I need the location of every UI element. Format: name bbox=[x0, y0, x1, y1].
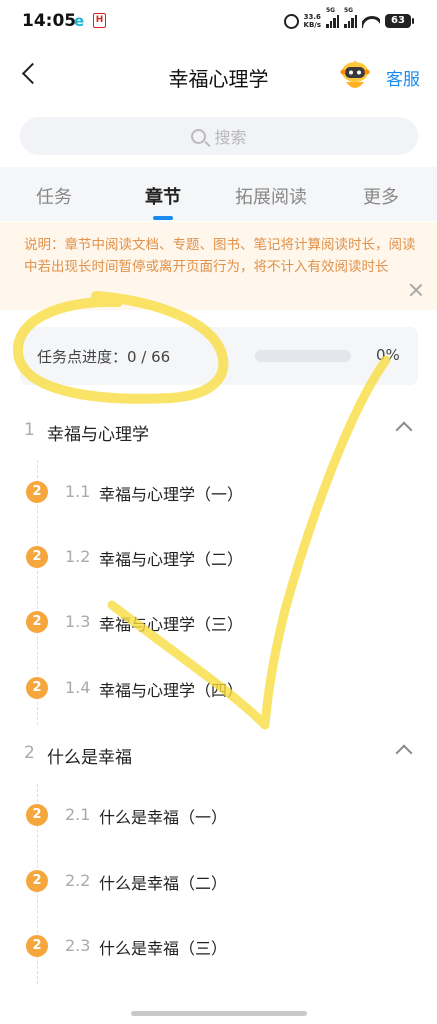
section-number: 2.1 bbox=[65, 805, 91, 824]
tab-bar: 任务 章节 拓展阅读 更多 bbox=[0, 167, 437, 221]
section-title: 什么是幸福（三） bbox=[99, 939, 228, 958]
tab-chapters[interactable]: 章节 bbox=[145, 183, 181, 209]
section-title: 什么是幸福（二） bbox=[99, 874, 228, 893]
search-bar[interactable]: 搜索 bbox=[20, 117, 418, 155]
section-item[interactable]: 2 2.1 什么是幸福（一） bbox=[26, 801, 416, 831]
chapter-header[interactable]: 2 什么是幸福 bbox=[24, 735, 424, 775]
section-title: 幸福与心理学（四） bbox=[99, 681, 244, 700]
tab-extended-reading[interactable]: 拓展阅读 bbox=[235, 183, 307, 209]
chevron-up-icon[interactable] bbox=[395, 744, 413, 762]
browser-app-icon: e bbox=[74, 12, 85, 30]
search-placeholder: 搜索 bbox=[214, 128, 247, 147]
status-bar: 14:05 e H 33.6 KB/s 5G 5G 63 bbox=[0, 0, 437, 44]
reading-notice: 说明：章节中阅读文档、专题、图书、笔记将计算阅读时长，阅读中若出现长时间暂停或离… bbox=[0, 222, 437, 310]
chevron-up-icon[interactable] bbox=[395, 421, 413, 439]
signal-icon-sim2: 5G bbox=[344, 7, 357, 28]
robot-mascot-icon[interactable] bbox=[337, 58, 373, 94]
notice-text: 说明：章节中阅读文档、专题、图书、笔记将计算阅读时长，阅读中若出现长时间暂停或离… bbox=[24, 237, 416, 275]
task-count-badge: 2 bbox=[26, 546, 48, 568]
section-number: 1.1 bbox=[65, 482, 91, 501]
task-count-badge: 2 bbox=[26, 804, 48, 826]
signal-icon-sim1: 5G bbox=[326, 7, 339, 28]
wifi-icon bbox=[362, 14, 380, 28]
section-title: 幸福与心理学（三） bbox=[99, 615, 244, 634]
section-number: 1.2 bbox=[65, 547, 91, 566]
close-icon[interactable] bbox=[407, 281, 425, 299]
progress-bar bbox=[255, 350, 351, 362]
task-count-badge: 2 bbox=[26, 677, 48, 699]
home-indicator[interactable] bbox=[131, 1011, 307, 1016]
task-count-badge: 2 bbox=[26, 935, 48, 957]
tab-more[interactable]: 更多 bbox=[363, 183, 399, 209]
task-count-badge: 2 bbox=[26, 481, 48, 503]
section-number: 1.3 bbox=[65, 612, 91, 631]
customer-service-link[interactable]: 客服 bbox=[386, 65, 420, 90]
progress-label: 任务点进度：0 / 66 bbox=[37, 348, 171, 366]
section-number: 2.2 bbox=[65, 871, 91, 890]
search-icon bbox=[191, 128, 207, 144]
task-count-badge: 2 bbox=[26, 870, 48, 892]
battery-icon: 63 bbox=[385, 14, 414, 28]
section-title: 幸福与心理学（二） bbox=[99, 550, 244, 569]
section-title: 什么是幸福（一） bbox=[99, 808, 228, 827]
section-item[interactable]: 2 1.4 幸福与心理学（四） bbox=[26, 674, 416, 704]
section-item[interactable]: 2 1.2 幸福与心理学（二） bbox=[26, 543, 416, 573]
chapter-number: 2 bbox=[24, 743, 35, 763]
task-progress-card: 任务点进度：0 / 66 0% bbox=[20, 327, 418, 385]
status-time: 14:05 bbox=[22, 11, 77, 31]
tab-tasks[interactable]: 任务 bbox=[36, 183, 72, 209]
section-item[interactable]: 2 2.2 什么是幸福（二） bbox=[26, 867, 416, 897]
section-number: 1.4 bbox=[65, 678, 91, 697]
section-item[interactable]: 2 2.3 什么是幸福（三） bbox=[26, 932, 416, 962]
active-tab-indicator bbox=[153, 216, 173, 220]
section-number: 2.3 bbox=[65, 936, 91, 955]
section-item[interactable]: 2 1.1 幸福与心理学（一） bbox=[26, 478, 416, 508]
chapter-header[interactable]: 1 幸福与心理学 bbox=[24, 412, 424, 452]
section-item[interactable]: 2 1.3 幸福与心理学（三） bbox=[26, 608, 416, 638]
notification-app-icon: H bbox=[93, 13, 106, 28]
progress-percent: 0% bbox=[376, 346, 400, 364]
section-title: 幸福与心理学（一） bbox=[99, 485, 244, 504]
chapter-title: 幸福与心理学 bbox=[47, 425, 149, 445]
chapter-number: 1 bbox=[24, 420, 35, 440]
network-speed: 33.6 KB/s bbox=[303, 13, 321, 29]
chapter-title: 什么是幸福 bbox=[47, 748, 132, 768]
alarm-icon bbox=[283, 13, 299, 29]
nav-bar: 幸福心理学 客服 bbox=[0, 44, 437, 106]
task-count-badge: 2 bbox=[26, 611, 48, 633]
